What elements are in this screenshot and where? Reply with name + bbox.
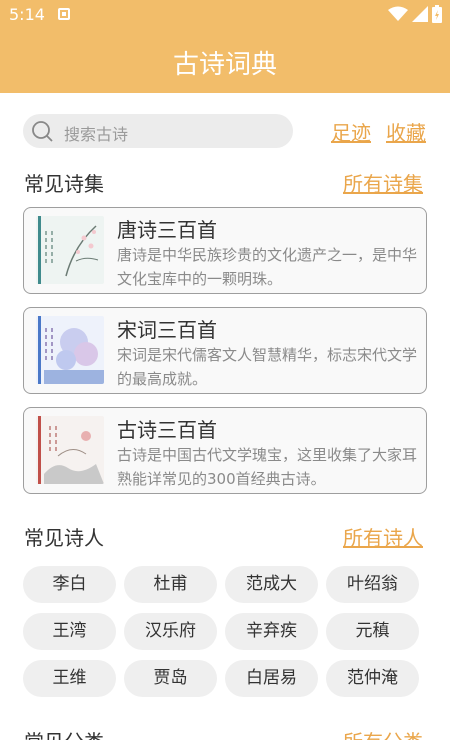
status-bar: 5:14 (0, 0, 450, 30)
song-ci-cover (36, 316, 104, 384)
signal-icon (412, 6, 428, 22)
poets-heading: 常见诗人 (24, 526, 104, 550)
tang-poems-cover (36, 216, 104, 284)
poet-chip[interactable]: 叶绍翁 (326, 566, 419, 603)
anthology-desc: 唐诗是中华民族珍贵的文化遗产之一，是中华文化宝库中的一颗明珠。 (117, 246, 418, 288)
poet-chip[interactable]: 元稹 (326, 613, 419, 650)
search-icon (32, 121, 53, 142)
anthology-desc: 宋词是宋代儒客文人智慧精华，标志宋代文学的最高成就。 (117, 346, 418, 388)
poet-grid: 李白 杜甫 范成大 叶绍翁 王湾 汉乐府 辛弃疾 元稹 王维 贾岛 白居易 范仲… (23, 566, 427, 697)
history-link[interactable]: 足迹 (331, 117, 371, 146)
all-poets-link[interactable]: 所有诗人 (343, 522, 423, 551)
poet-chip[interactable]: 白居易 (225, 660, 318, 697)
poet-chip[interactable]: 汉乐府 (124, 613, 217, 650)
poet-chip[interactable]: 杜甫 (124, 566, 217, 603)
anthology-card-ancient[interactable]: 古诗三百首 古诗是中国古代文学瑰宝，这里收集了大家耳熟能详常见的300首经典古诗… (23, 407, 427, 494)
search-input[interactable]: 搜索古诗 (23, 114, 293, 148)
anthology-name: 唐诗三百首 (117, 218, 217, 242)
notification-icon (58, 8, 70, 20)
page-title: 古诗词典 (172, 50, 277, 80)
anthology-card-tang[interactable]: 唐诗三百首 唐诗是中华民族珍贵的文化遗产之一，是中华文化宝库中的一颗明珠。 (23, 207, 427, 294)
poet-chip[interactable]: 王维 (23, 660, 116, 697)
poet-chip[interactable]: 王湾 (23, 613, 116, 650)
battery-icon (432, 5, 442, 23)
poet-chip[interactable]: 范成大 (225, 566, 318, 603)
anthology-desc: 古诗是中国古代文学瑰宝，这里收集了大家耳熟能详常见的300首经典古诗。 (117, 446, 418, 488)
favorites-link[interactable]: 收藏 (386, 117, 426, 146)
anthology-card-song[interactable]: 宋词三百首 宋词是宋代儒客文人智慧精华，标志宋代文学的最高成就。 (23, 307, 427, 394)
ancient-poems-cover (36, 416, 104, 484)
anthologies-heading: 常见诗集 (24, 172, 104, 196)
poet-chip[interactable]: 范仲淹 (326, 660, 419, 697)
anthology-name: 宋词三百首 (117, 318, 217, 342)
poet-chip[interactable]: 李白 (23, 566, 116, 603)
poet-chip[interactable]: 贾岛 (124, 660, 217, 697)
search-placeholder: 搜索古诗 (64, 125, 129, 144)
anthology-name: 古诗三百首 (117, 418, 217, 442)
all-categories-link[interactable]: 所有分类 (343, 726, 423, 740)
all-anthologies-link[interactable]: 所有诗集 (343, 168, 423, 197)
poet-chip[interactable]: 辛弃疾 (225, 613, 318, 650)
categories-heading: 常见分类 (24, 726, 104, 740)
app-header: 5:14 古诗词典 (0, 0, 450, 93)
status-time: 5:14 (9, 5, 45, 24)
wifi-icon (388, 6, 408, 21)
